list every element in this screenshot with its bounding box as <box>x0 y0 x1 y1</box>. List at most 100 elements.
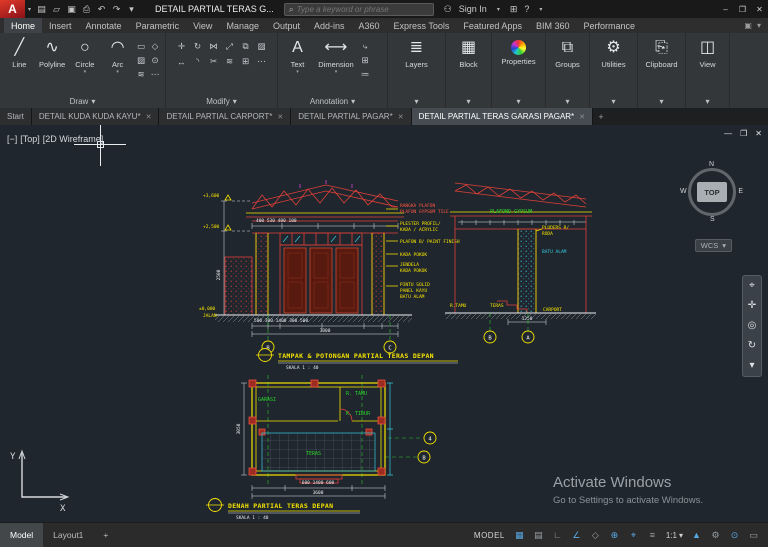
tab-featured-apps[interactable]: Featured Apps <box>456 18 529 33</box>
tab-addins[interactable]: Add-ins <box>307 18 352 33</box>
modify-more-icon[interactable]: ⋯ <box>254 54 270 69</box>
text-caret-icon[interactable]: ▾ <box>296 69 299 76</box>
block-panel-caret[interactable]: ▾ <box>446 95 491 108</box>
circle-caret-icon[interactable]: ▾ <box>84 69 87 76</box>
drawing-minimize-button[interactable]: — <box>724 129 732 138</box>
file-tab[interactable]: DETAIL PARTIAL CARPORT* ✕ <box>159 108 292 125</box>
groups-panel-caret[interactable]: ▾ <box>546 95 589 108</box>
tab-output[interactable]: Output <box>266 18 307 33</box>
layers-panel-caret[interactable]: ▾ <box>388 95 445 108</box>
layers-button[interactable]: ≣ Layers <box>391 34 442 69</box>
snap-toggle-icon[interactable]: ▤ <box>530 527 547 544</box>
leader-icon[interactable]: ⤷ <box>358 39 372 53</box>
tab-bim360[interactable]: BIM 360 <box>529 18 577 33</box>
tab-view[interactable]: View <box>186 18 219 33</box>
properties-button[interactable]: Properties <box>495 34 542 66</box>
spline-icon[interactable]: ≋ <box>134 67 148 81</box>
zoom-icon[interactable]: ◎ <box>748 320 757 332</box>
stretch-icon[interactable]: ↔ <box>174 54 190 69</box>
tab-parametric[interactable]: Parametric <box>129 18 187 33</box>
orbit-icon[interactable]: ↻ <box>748 340 756 352</box>
hatch-icon[interactable]: ▨ <box>134 53 148 67</box>
drawing-close-button[interactable]: ✕ <box>755 129 762 138</box>
offset-icon[interactable]: ≋ <box>222 54 238 69</box>
close-tab-icon[interactable]: ✕ <box>277 113 283 121</box>
file-tab[interactable]: DETAIL KUDA KUDA KAYU* ✕ <box>31 108 160 125</box>
wcs-selector[interactable]: WCS ▾ <box>694 239 732 252</box>
file-tab-start[interactable]: Start <box>0 108 32 125</box>
workspace-gear-icon[interactable]: ⚙ <box>707 527 724 544</box>
quick-access-customize-icon[interactable]: ▾ <box>124 4 139 15</box>
tab-home[interactable]: Home <box>4 18 43 33</box>
model-space-indicator[interactable]: MODEL <box>474 531 505 540</box>
utilities-button[interactable]: ⚙ Utilities <box>593 34 634 69</box>
tab-insert[interactable]: Insert <box>42 18 79 33</box>
rectangle-icon[interactable]: ▭ <box>134 39 148 53</box>
view-panel-caret[interactable]: ▾ <box>686 95 729 108</box>
new-drawing-button[interactable]: + <box>593 108 609 125</box>
help-icon[interactable]: ? <box>524 4 529 14</box>
close-tab-icon[interactable]: ✕ <box>579 113 585 121</box>
undo-icon[interactable]: ↶ <box>94 4 109 15</box>
grid-toggle-icon[interactable]: ▦ <box>511 527 528 544</box>
isodraft-toggle-icon[interactable]: ◇ <box>587 527 604 544</box>
viewport-minus-control[interactable]: [−] <box>7 134 17 144</box>
pan-icon[interactable]: ✛ <box>748 300 756 312</box>
application-menu-caret-icon[interactable]: ▾ <box>25 6 34 13</box>
tab-a360[interactable]: A360 <box>352 18 387 33</box>
table-icon[interactable]: ⊞ <box>358 53 372 67</box>
clipboard-button[interactable]: ⎘ Clipboard <box>641 34 682 69</box>
close-tab-icon[interactable]: ✕ <box>398 113 404 121</box>
draw-more-icon[interactable]: ⋯ <box>148 67 162 81</box>
dimension-caret-icon[interactable]: ▾ <box>335 69 338 76</box>
model-tab[interactable]: Model <box>0 523 44 547</box>
fillet-icon[interactable]: ◝ <box>190 54 206 69</box>
tab-performance[interactable]: Performance <box>576 18 642 33</box>
clipboard-panel-caret[interactable]: ▾ <box>638 95 685 108</box>
lineweight-toggle-icon[interactable]: ≡ <box>644 527 661 544</box>
ribbon-display-icon[interactable]: ▣ <box>744 21 752 30</box>
viewcube-west[interactable]: W <box>680 188 687 195</box>
search-input[interactable] <box>296 4 421 14</box>
annotation-scale-control[interactable]: 1:1 ▾ <box>663 531 686 540</box>
array-icon[interactable]: ⊞ <box>238 54 254 69</box>
minimize-button[interactable]: – <box>717 0 734 18</box>
clean-screen-icon[interactable]: ▭ <box>745 527 762 544</box>
mirror-icon[interactable]: ⋈ <box>206 39 222 54</box>
save-icon[interactable]: ▣ <box>64 4 79 15</box>
mtext-icon[interactable]: ≔ <box>358 67 372 81</box>
drawing-restore-button[interactable]: ❐ <box>740 129 747 138</box>
modify-panel-label[interactable]: Modify ▾ <box>166 95 277 108</box>
tab-annotate[interactable]: Annotate <box>79 18 129 33</box>
model-space-viewport[interactable]: [−] [Top] [2D Wireframe] — ❐ ✕ N W E S T… <box>0 125 768 522</box>
viewcube-top-face[interactable]: TOP <box>697 182 727 202</box>
viewcube-south[interactable]: S <box>710 216 715 223</box>
app-store-icon[interactable]: ⊞ <box>510 4 518 15</box>
annotation-monitor-icon[interactable]: ⊙ <box>726 527 743 544</box>
application-menu-button[interactable]: A <box>0 0 25 18</box>
viewcube-east[interactable]: E <box>738 188 743 195</box>
scale-icon[interactable]: ⤢ <box>222 39 238 54</box>
polar-toggle-icon[interactable]: ∠ <box>568 527 585 544</box>
viewcube[interactable]: N W E S TOP <box>680 161 743 223</box>
open-icon[interactable]: ▱ <box>49 4 64 15</box>
ribbon-options-icon[interactable]: ▾ <box>757 21 761 30</box>
viewport-visual-style-control[interactable]: [2D Wireframe] <box>43 134 104 144</box>
properties-panel-caret[interactable]: ▾ <box>492 95 545 108</box>
osnap-toggle-icon[interactable]: ⊕ <box>606 527 623 544</box>
new-layout-button[interactable]: + <box>93 523 118 547</box>
viewport-view-control[interactable]: [Top] <box>20 134 40 144</box>
otrack-toggle-icon[interactable]: ⌖ <box>625 527 642 544</box>
new-icon[interactable]: ▤ <box>34 4 49 15</box>
move-icon[interactable]: ✛ <box>174 39 190 54</box>
navbar-more-icon[interactable]: ▾ <box>749 360 754 372</box>
point-icon[interactable]: ⊙ <box>148 53 162 67</box>
restore-button[interactable]: ❐ <box>734 0 751 18</box>
sign-in-caret-icon[interactable]: ▾ <box>494 6 503 13</box>
layout1-tab[interactable]: Layout1 <box>43 523 93 547</box>
redo-icon[interactable]: ↷ <box>109 4 124 15</box>
close-tab-icon[interactable]: ✕ <box>146 113 152 121</box>
help-search-box[interactable]: ⌕ <box>283 2 434 16</box>
utilities-panel-caret[interactable]: ▾ <box>590 95 637 108</box>
polyline-button[interactable]: ∿ Polyline <box>36 34 69 69</box>
